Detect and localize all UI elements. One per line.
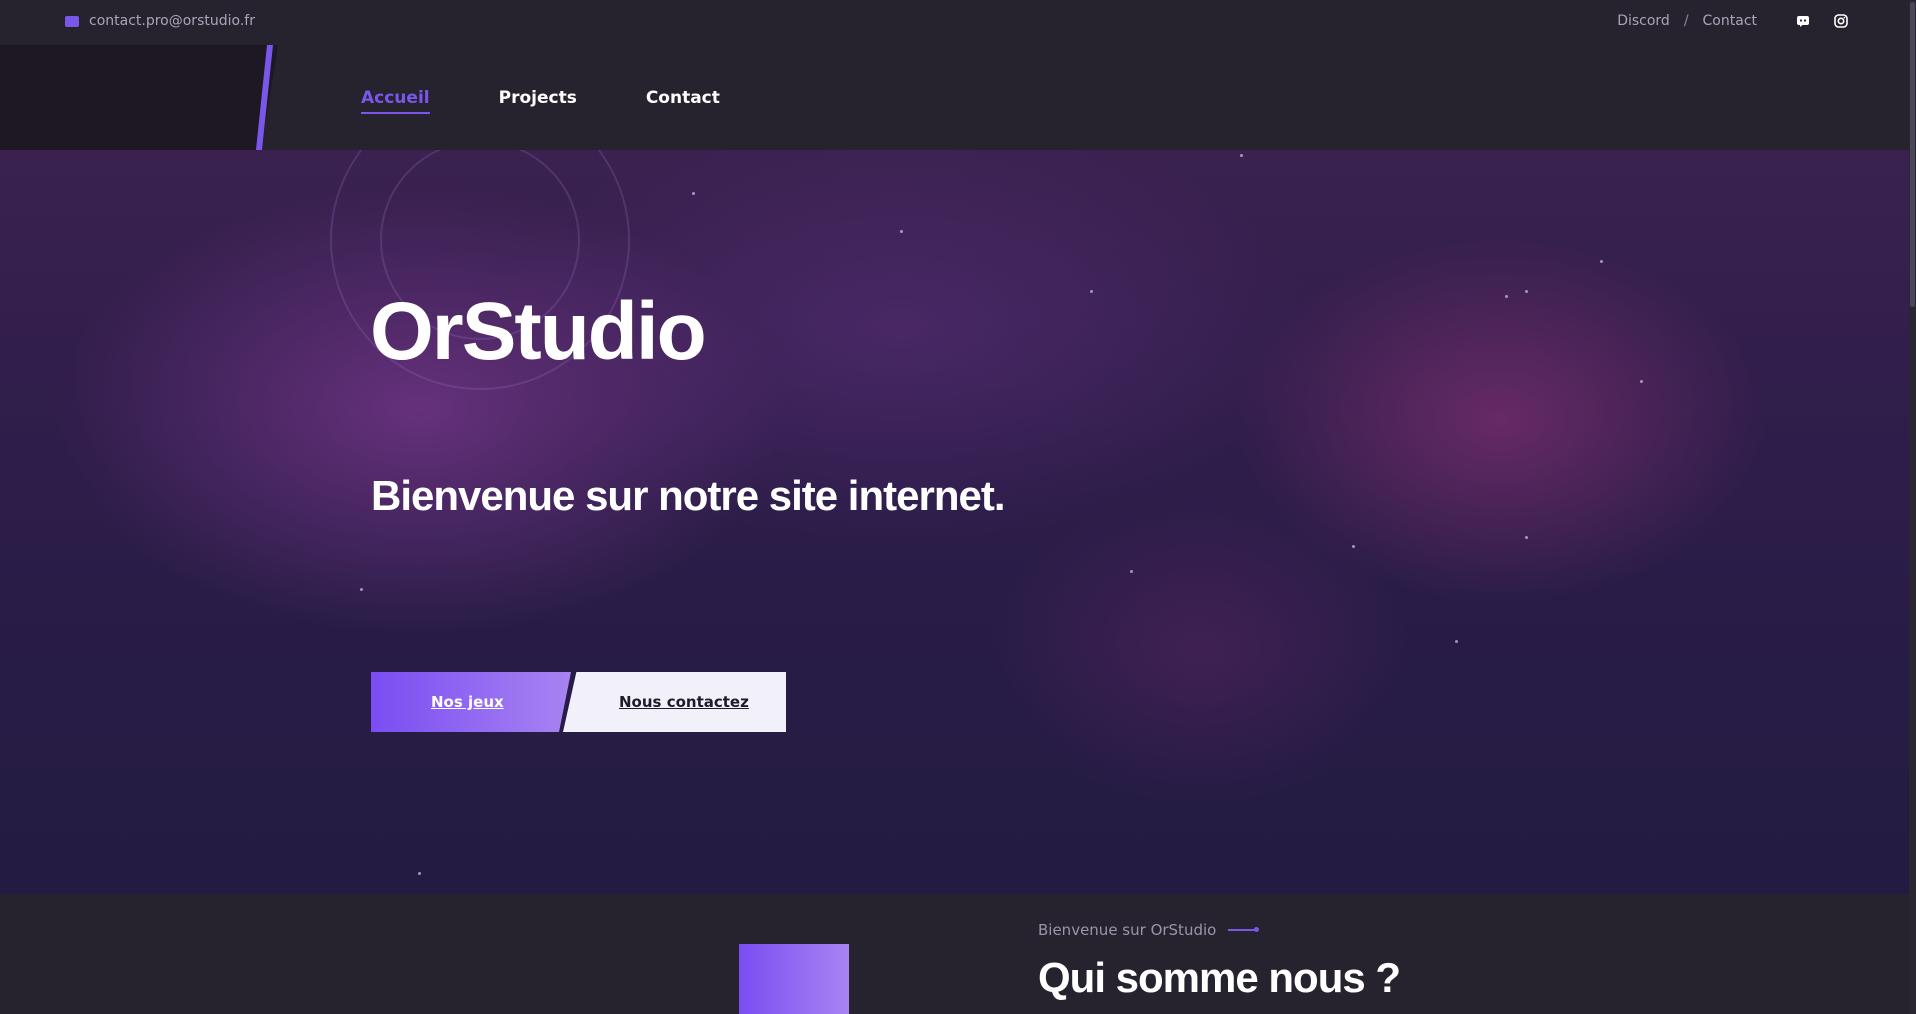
instagram-icon[interactable] xyxy=(1834,14,1848,28)
hero-star xyxy=(1600,260,1603,263)
hero-star xyxy=(1352,545,1355,548)
top-links-separator: / xyxy=(1683,13,1689,29)
main-nav: Accueil Projects Contact xyxy=(0,45,1916,150)
page: contact.pro@orstudio.fr Discord / Contac… xyxy=(0,0,1916,1014)
top-links: Discord / Contact xyxy=(1617,13,1757,29)
hero-star xyxy=(1455,640,1458,643)
hero-subtitle: Bienvenue sur notre site internet. xyxy=(371,472,1005,519)
nav-menu: Accueil Projects Contact xyxy=(361,88,720,114)
about-heading: Qui somme nous ? xyxy=(1038,954,1401,1001)
our-games-button[interactable]: Nos jeux xyxy=(371,672,571,732)
about-kicker-text: Bienvenue sur OrStudio xyxy=(1038,921,1217,939)
logo-area[interactable] xyxy=(0,45,278,150)
scrollbar-thumb[interactable] xyxy=(1910,2,1915,307)
about-kicker: Bienvenue sur OrStudio xyxy=(1038,921,1260,939)
social-links xyxy=(1796,14,1848,28)
top-link-discord[interactable]: Discord xyxy=(1617,13,1670,29)
hero-star xyxy=(360,588,363,591)
discord-icon[interactable] xyxy=(1796,14,1810,28)
hero-title: OrStudio xyxy=(370,286,707,377)
hero-star xyxy=(1240,154,1243,157)
hero-section: OrStudio Bienvenue sur notre site intern… xyxy=(0,150,1916,894)
nav-item-accueil[interactable]: Accueil xyxy=(361,88,430,114)
hero-star xyxy=(900,230,903,233)
hero-star xyxy=(1130,570,1133,573)
hero-star xyxy=(1640,380,1643,383)
hero-star xyxy=(692,192,695,195)
hero-star xyxy=(1090,290,1093,293)
hero-star xyxy=(1505,295,1508,298)
hero-star xyxy=(418,872,421,875)
hero-star xyxy=(1525,536,1528,539)
about-image-block xyxy=(739,944,849,1014)
mail-icon xyxy=(65,15,79,27)
contact-email-text: contact.pro@orstudio.fr xyxy=(89,13,255,29)
top-link-contact[interactable]: Contact xyxy=(1703,13,1757,29)
contact-email[interactable]: contact.pro@orstudio.fr xyxy=(65,13,255,29)
nav-item-projects[interactable]: Projects xyxy=(499,88,577,108)
kicker-line-icon xyxy=(1228,927,1260,932)
contact-us-button[interactable]: Nous contactez xyxy=(563,672,786,732)
about-section: Bienvenue sur OrStudio Qui somme nous ? xyxy=(0,894,1916,1014)
hero-star xyxy=(1525,290,1528,293)
top-bar: contact.pro@orstudio.fr Discord / Contac… xyxy=(0,0,1916,45)
page-scrollbar[interactable] xyxy=(1909,0,1916,1014)
nav-item-contact[interactable]: Contact xyxy=(646,88,720,108)
hero-buttons: Nos jeux Nous contactez xyxy=(371,672,786,732)
